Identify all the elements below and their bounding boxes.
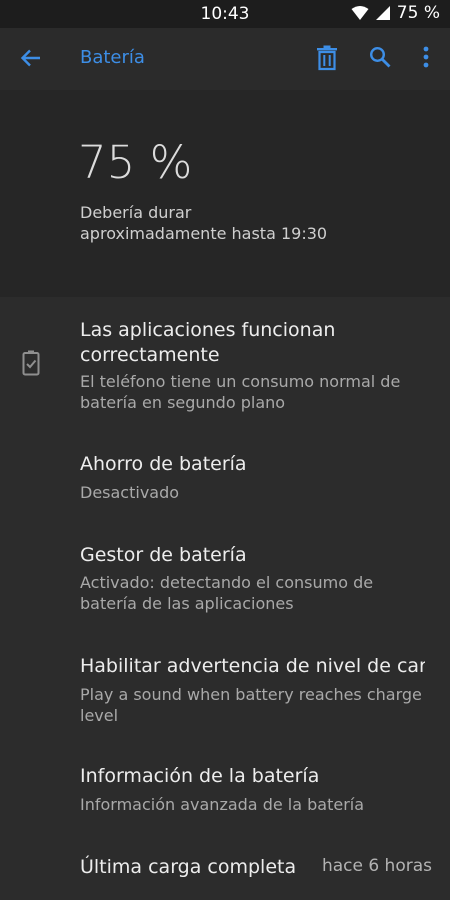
list-item-battery-info-subtitle: Información avanzada de la batería (80, 795, 365, 814)
delete-icon[interactable] (316, 45, 338, 71)
battery-summary-card: 75 % Debería durar aproximadamente hasta… (0, 90, 450, 297)
wifi-icon (351, 6, 369, 20)
list-item-battery-info-title[interactable]: Información de la batería (80, 764, 319, 789)
page-title: Batería (80, 47, 145, 68)
signal-icon (375, 6, 390, 20)
list-item-battery-saver-title[interactable]: Ahorro de batería (80, 452, 247, 477)
list-item-apps-status-subtitle: El teléfono tiene un consumo normal de b… (80, 372, 401, 412)
list-item-battery-manager-subtitle: Activado: detectando el consumo de bater… (80, 573, 374, 613)
back-arrow-icon[interactable] (19, 46, 43, 70)
battery-percent: 75 % (78, 136, 193, 189)
list-item-charge-warning-title[interactable]: Habilitar advertencia de nivel de car‥ (80, 654, 425, 679)
app-bar: Batería (0, 28, 450, 90)
status-indicators: 75 % (351, 3, 440, 23)
list-item-last-full-charge-title[interactable]: Última carga completa (80, 855, 296, 880)
status-bar: 10:43 75 % (0, 0, 450, 28)
status-battery-text: 75 % (396, 3, 440, 23)
list-item-battery-manager-title[interactable]: Gestor de batería (80, 543, 247, 568)
search-icon[interactable] (368, 45, 392, 69)
more-vert-icon[interactable] (416, 45, 436, 71)
battery-check-icon (22, 350, 40, 376)
last-full-charge-value: hace 6 horas (321, 856, 432, 876)
list-item-apps-status-title[interactable]: Las aplicaciones funcionan correctamente (80, 318, 420, 368)
battery-estimate: Debería durar aproximadamente hasta 19:3… (80, 203, 328, 243)
list-item-charge-warning-subtitle: Play a sound when battery reaches charge… (80, 685, 422, 725)
list-item-battery-saver-subtitle: Desactivado (80, 483, 180, 502)
